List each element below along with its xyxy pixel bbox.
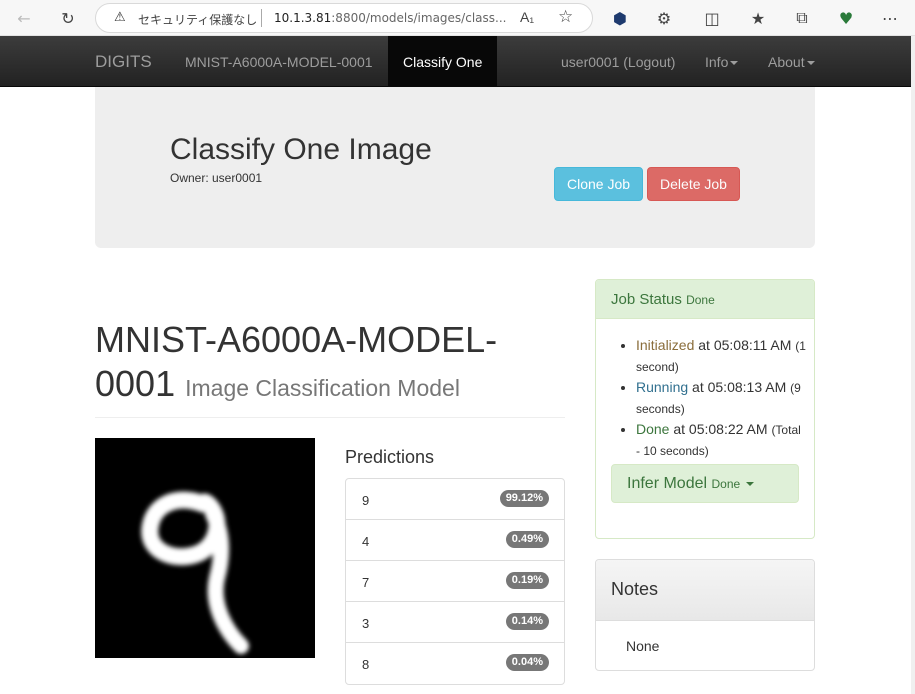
info-menu[interactable]: Info [705, 54, 739, 70]
reload-icon[interactable]: ↻ [56, 6, 80, 30]
url-path: :8800/models/images/class... [331, 11, 507, 25]
model-link[interactable]: MNIST-A6000A-MODEL-0001 [185, 54, 373, 70]
status-done: Done [636, 421, 670, 437]
list-item: 3 0.14% [346, 602, 564, 643]
back-arrow-icon[interactable]: ← [12, 6, 36, 30]
status-running: Running [636, 379, 689, 395]
handwritten-digit-image [141, 491, 249, 654]
predictions-list: 9 99.12% 4 0.49% 7 0.19% 3 0.14% 8 0.04% [345, 478, 565, 685]
status-event: Running at 05:08:13 AM (9 seconds) [636, 377, 806, 419]
probability-badge: 99.12% [499, 490, 549, 507]
prediction-label: 3 [362, 616, 370, 631]
clone-job-button[interactable]: Clone Job [554, 167, 643, 201]
chevron-down-icon [746, 481, 755, 486]
top-navbar: DIGITS MNIST-A6000A-MODEL-0001 Classify … [0, 36, 911, 87]
divider [95, 417, 565, 418]
infer-model-dropdown[interactable]: Infer Model Done [611, 464, 799, 503]
job-header: Classify One Image Owner: user0001 Clone… [95, 87, 815, 248]
url-text[interactable]: 10.1.3.81:8800/models/images/class... [274, 11, 506, 25]
page-title: Classify One Image [170, 133, 432, 166]
job-status-header: Job Status Done [596, 280, 814, 319]
infer-model-text: Infer Model [627, 475, 708, 492]
notes-panel: Notes None [595, 559, 815, 671]
browser-essentials-icon[interactable]: ♥ [834, 6, 858, 30]
job-status-events: Initialized at 05:08:11 AM (1 second) Ru… [636, 335, 806, 461]
address-bar[interactable]: ⚠ セキュリティ保護なし 10.1.3.81:8800/models/image… [95, 3, 593, 33]
favorites-icon[interactable]: ★ [746, 6, 770, 30]
probability-badge: 0.04% [505, 654, 549, 671]
job-status-panel: Job Status Done Initialized at 05:08:11 … [595, 279, 815, 539]
job-status-state: Done [686, 293, 715, 307]
tab-classify-one[interactable]: Classify One [388, 36, 497, 86]
status-time: at 05:08:11 AM [694, 337, 792, 353]
extension-icon[interactable]: ⬢ [608, 6, 632, 30]
chevron-down-icon [730, 61, 739, 66]
more-icon[interactable]: ⋯ [878, 6, 902, 30]
info-menu-label: Info [705, 54, 729, 70]
browser-toolbar: ← ↻ ⚠ セキュリティ保護なし 10.1.3.81:8800/models/i… [0, 0, 915, 36]
security-status[interactable]: セキュリティ保護なし [138, 11, 257, 28]
model-heading: MNIST-A6000A-MODEL-0001 Image Classifica… [95, 318, 565, 410]
notes-body: None [626, 638, 660, 654]
list-item: 9 99.12% [346, 479, 564, 520]
list-item: 8 0.04% [346, 643, 564, 684]
warning-icon[interactable]: ⚠ [114, 10, 126, 25]
list-item: 4 0.49% [346, 520, 564, 561]
owner-text: Owner: user0001 [170, 171, 263, 185]
page-scrollbar[interactable] [911, 36, 915, 694]
prediction-label: 7 [362, 575, 370, 590]
url-host: 10.1.3.81 [274, 11, 332, 25]
model-type: Image Classification Model [185, 375, 460, 401]
logout-link[interactable]: user0001 (Logout) [561, 54, 675, 70]
tab-classify-one-label: Classify One [403, 54, 483, 70]
about-menu[interactable]: About [768, 54, 815, 70]
job-status-title: Job Status Done [611, 291, 715, 308]
about-menu-label: About [768, 54, 805, 70]
puzzle-icon[interactable]: ⚙ [652, 6, 676, 30]
split-screen-icon[interactable]: ◫ [700, 6, 724, 30]
status-event: Done at 05:08:22 AM (Total - 10 seconds) [636, 419, 806, 461]
chevron-down-icon [806, 61, 815, 66]
prediction-label: 8 [362, 657, 370, 672]
prediction-label: 9 [362, 493, 370, 508]
favorite-star-icon[interactable]: ☆ [558, 7, 573, 27]
list-item: 7 0.19% [346, 561, 564, 602]
job-status-label: Job Status [611, 291, 682, 308]
prediction-label: 4 [362, 534, 370, 549]
probability-badge: 0.49% [505, 531, 549, 548]
notes-header: Notes [596, 560, 814, 621]
predictions-heading: Predictions [345, 447, 435, 467]
infer-model-state: Done [711, 477, 741, 491]
status-time: at 05:08:22 AM [669, 421, 768, 437]
status-initialized: Initialized [636, 337, 695, 353]
brand-link[interactable]: DIGITS [95, 52, 152, 72]
probability-badge: 0.14% [505, 613, 549, 630]
infer-model-label: Infer Model Done [627, 475, 755, 493]
notes-title: Notes [611, 579, 659, 599]
probability-badge: 0.19% [505, 572, 549, 589]
url-separator [261, 9, 262, 27]
delete-job-button[interactable]: Delete Job [647, 167, 740, 201]
collections-icon[interactable]: ⧉ [790, 6, 814, 30]
status-event: Initialized at 05:08:11 AM (1 second) [636, 335, 806, 377]
status-time: at 05:08:13 AM [688, 379, 787, 395]
input-image [95, 438, 315, 658]
read-aloud-icon[interactable]: A₁ [520, 9, 534, 25]
